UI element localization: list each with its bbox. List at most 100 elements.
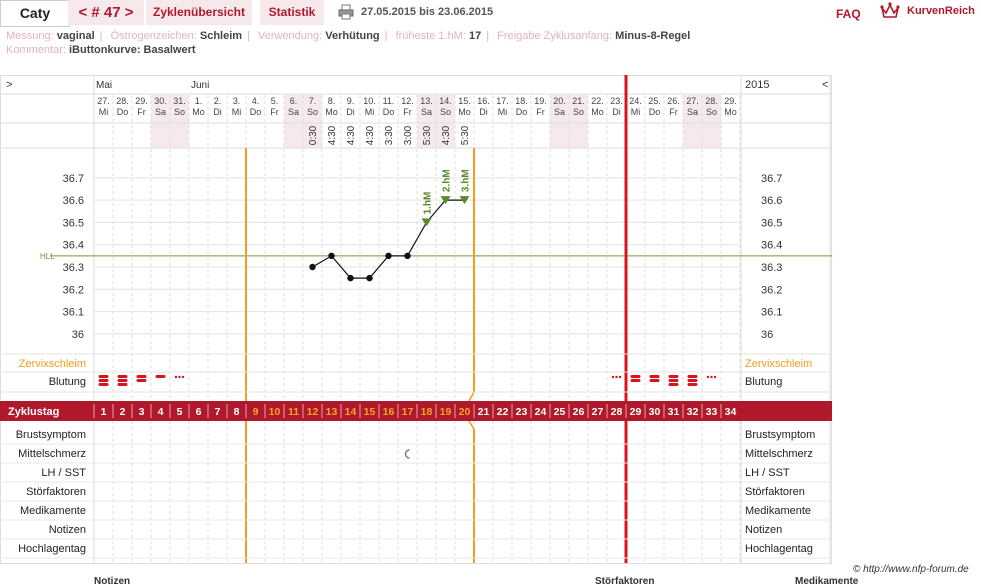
temperature-point — [328, 252, 335, 260]
weekday-label: Di — [479, 107, 488, 117]
temperature-point — [366, 274, 373, 282]
tab-statistik[interactable]: Statistik — [260, 0, 324, 25]
date-label: 15. — [458, 96, 471, 106]
messung-label: Messung: — [6, 30, 54, 42]
date-label: 28. — [705, 96, 718, 106]
weekday-label: Fr — [536, 107, 545, 117]
temperature-point — [309, 263, 316, 271]
cycle-day-number: 26 — [573, 406, 585, 418]
weekday-label: Fr — [137, 107, 146, 117]
brand-name: KurvenReich — [907, 5, 975, 17]
month-label: Juni — [191, 80, 209, 91]
bleeding-mark — [155, 375, 166, 378]
cycle-day-number: 1 — [101, 406, 107, 418]
weekday-label: Mi — [631, 107, 641, 117]
kommentar-label: Kommentar: — [6, 44, 66, 56]
temp-tick-left: 36.4 — [63, 240, 84, 252]
faq-link[interactable]: FAQ — [836, 0, 861, 28]
cycle-day-number: 11 — [288, 406, 299, 418]
weekday-label: Do — [649, 107, 661, 117]
bleeding-spotting — [713, 375, 717, 379]
cycle-navigator[interactable]: < # 47 > — [68, 0, 144, 25]
row-label-right: LH / SST — [745, 467, 790, 479]
row-label-left: Störfaktoren — [26, 486, 86, 498]
printer-icon[interactable] — [338, 4, 354, 20]
temp-tick-right: 36.3 — [761, 262, 782, 274]
cycle-day-number: 31 — [668, 406, 680, 418]
date-label: 19. — [534, 96, 547, 106]
temp-tick-left: 36.7 — [63, 173, 84, 185]
date-label: 31. — [173, 96, 186, 106]
weekday-label: Sa — [687, 107, 698, 117]
cycle-day-number: 24 — [535, 406, 547, 418]
date-range: 27.05.2015 bis 23.06.2015 — [361, 6, 494, 18]
cycle-day-number: 23 — [516, 406, 528, 418]
chart-frame — [0, 75, 832, 564]
weekday-label: Mi — [232, 107, 242, 117]
weekday-label: Do — [117, 107, 129, 117]
zervix-label-left: Zervixschleim — [19, 358, 86, 370]
cycle-day-number: 28 — [611, 406, 623, 418]
bleeding-mark — [117, 383, 128, 386]
row-label-right: Mittelschmerz — [745, 448, 813, 460]
cycle-day-number: 13 — [326, 406, 338, 418]
zervix-label-right: Zervixschleim — [745, 358, 812, 370]
date-label: 18. — [515, 96, 528, 106]
date-label: 10. — [363, 96, 376, 106]
date-label: 12. — [401, 96, 414, 106]
temp-tick-left: 36.6 — [63, 195, 84, 207]
cycle-day-number: 20 — [459, 406, 471, 418]
weekday-label: Sa — [288, 107, 299, 117]
tab-zyklenuebersicht[interactable]: Zyklenübersicht — [146, 0, 252, 25]
temp-tick-right: 36.7 — [761, 173, 782, 185]
hm-marker-label: 2.hM — [442, 169, 453, 192]
weekday-label: Mo — [458, 107, 471, 117]
bleeding-mark — [687, 379, 698, 382]
date-label: 3. — [233, 96, 241, 106]
date-label: 13. — [420, 96, 433, 106]
bleeding-mark — [630, 375, 641, 378]
weekday-label: Mo — [724, 107, 737, 117]
time-label: 3:00 — [403, 125, 414, 145]
weekday-label: Mo — [192, 107, 205, 117]
nav-left-icon: > — [6, 79, 12, 91]
cycle-day-number: 29 — [630, 406, 642, 418]
date-label: 9. — [347, 96, 355, 106]
weekday-label: So — [440, 107, 451, 117]
bleeding-mark — [117, 375, 128, 378]
row-label-left: LH / SST — [41, 467, 86, 479]
cycle-day-number: 22 — [497, 406, 509, 418]
time-label: 4:30 — [327, 125, 338, 145]
verwendung-value: Verhütung — [325, 30, 380, 42]
time-label: 5:30 — [422, 125, 433, 145]
bleeding-mark — [117, 379, 128, 382]
cycle-day-number: 4 — [158, 406, 164, 418]
top-bar: Caty < # 47 > Zyklenübersicht Statistik … — [0, 0, 981, 27]
hm-label: früheste 1.hM: — [395, 30, 466, 42]
blutung-label-left: Blutung — [49, 376, 86, 388]
row-label-left: Brustsymptom — [16, 429, 86, 441]
weekday-label: Do — [516, 107, 528, 117]
weekday-label: Fr — [403, 107, 412, 117]
mittelschmerz-icon — [404, 449, 410, 459]
date-label: 16. — [477, 96, 490, 106]
date-label: 28. — [116, 96, 129, 106]
date-label: 2. — [214, 96, 222, 106]
bleeding-mark — [136, 375, 147, 378]
cycle-day-number: 10 — [269, 406, 281, 418]
cycle-day-number: 6 — [196, 406, 202, 418]
cycle-day-number: 33 — [706, 406, 718, 418]
weekday-label: Di — [612, 107, 621, 117]
bleeding-mark — [649, 379, 660, 382]
info-row-comment: Kommentar: iButtonkurve: Basalwert — [6, 44, 196, 56]
date-label: 25. — [648, 96, 661, 106]
date-label: 11. — [383, 96, 395, 106]
verwendung-label: Verwendung: — [257, 30, 323, 42]
weekday-label: Fr — [270, 107, 279, 117]
weekday-label: So — [573, 107, 584, 117]
freigabe-label: Freigabe Zyklusanfang: — [497, 30, 613, 42]
freigabe-value: Minus-8-Regel — [615, 30, 691, 42]
date-label: 17. — [496, 96, 509, 106]
weekday-label: Mi — [498, 107, 508, 117]
cycle-day-number: 16 — [383, 406, 395, 418]
